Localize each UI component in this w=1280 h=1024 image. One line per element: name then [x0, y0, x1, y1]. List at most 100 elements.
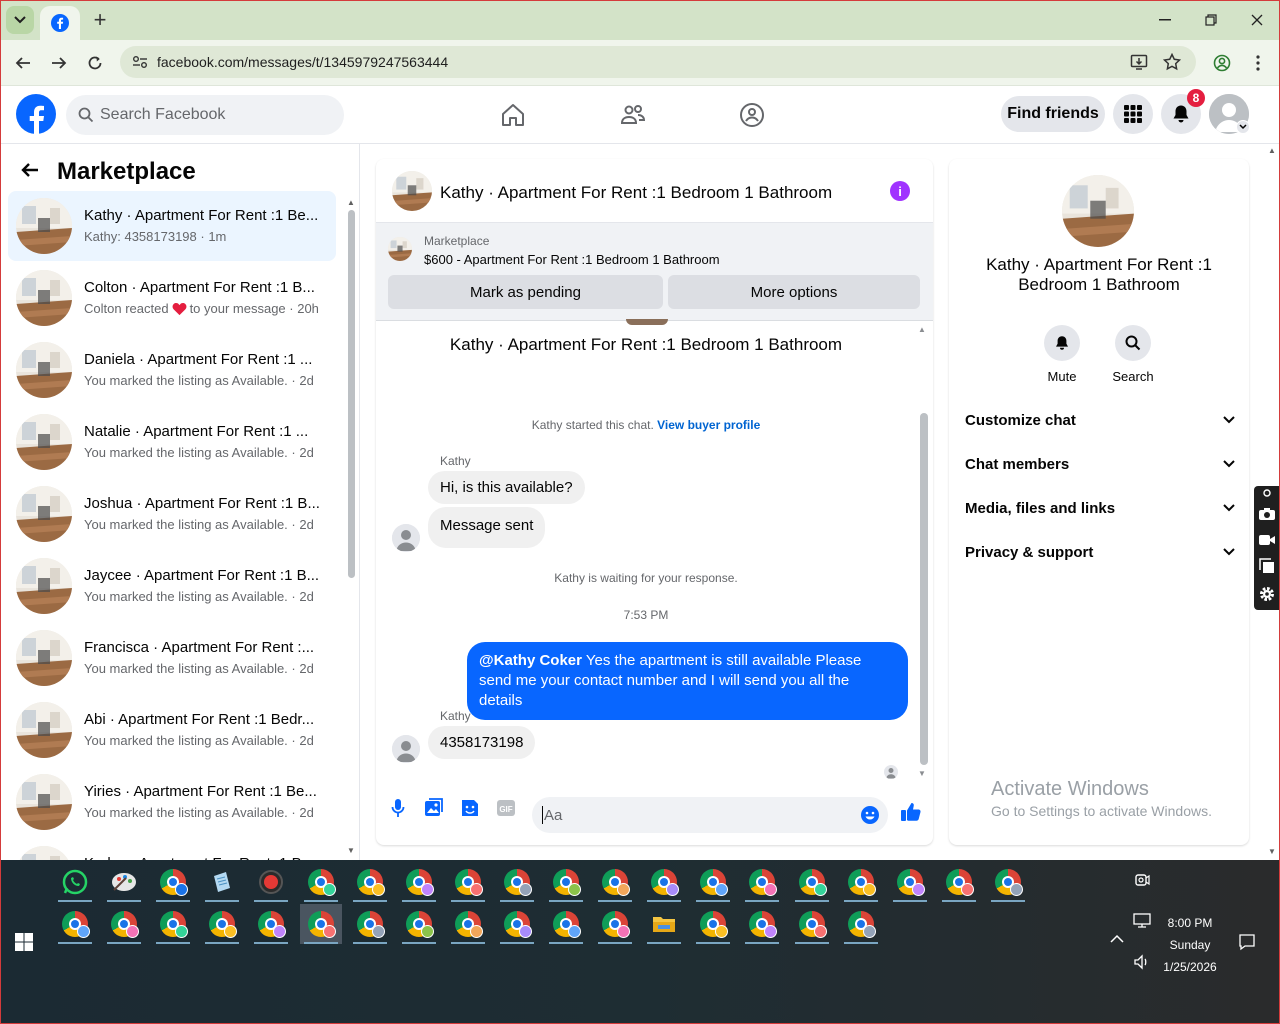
video-camera-icon[interactable]: [1257, 530, 1277, 550]
scrollbar-thumb[interactable]: [348, 210, 355, 578]
conversation-item[interactable]: Natalie · Apartment For Rent :1 ... You m…: [8, 407, 336, 477]
meet-now-icon[interactable]: [1134, 872, 1150, 888]
gear-icon[interactable]: [1257, 584, 1277, 604]
more-options-button[interactable]: More options: [668, 275, 920, 309]
taskbar-app-chrome[interactable]: [447, 862, 489, 902]
taskbar-app-chrome[interactable]: [643, 862, 685, 902]
incoming-message[interactable]: 4358173198: [428, 726, 536, 759]
browser-menu-button[interactable]: [1243, 48, 1273, 78]
taskbar-app-chrome[interactable]: [594, 862, 636, 902]
taskbar-app-chrome[interactable]: [692, 904, 734, 944]
taskbar-app-chrome[interactable]: [545, 904, 587, 944]
taskbar-app-chrome[interactable]: [741, 904, 783, 944]
account-caret[interactable]: [1236, 120, 1250, 134]
mention[interactable]: @Kathy Coker: [479, 652, 582, 669]
taskbar-app-chrome[interactable]: [349, 904, 391, 944]
taskbar-app-chrome[interactable]: [300, 862, 342, 902]
restore-button[interactable]: [1197, 8, 1225, 32]
nav-home[interactable]: [498, 100, 528, 130]
menu-button[interactable]: [1113, 94, 1153, 134]
chat-avatar[interactable]: [392, 171, 432, 211]
window-copy-icon[interactable]: [1257, 556, 1277, 576]
taskbar-app-chrome[interactable]: [889, 862, 931, 902]
search-box[interactable]: Search Facebook: [66, 95, 344, 135]
windows-start-button[interactable]: [15, 933, 35, 953]
mute-action[interactable]: Mute: [1032, 325, 1092, 384]
section-media-files-links[interactable]: Media, files and links: [965, 493, 1235, 523]
volume-icon[interactable]: [1133, 954, 1151, 970]
taskbar-app-chrome[interactable]: [299, 904, 342, 944]
conversation-item[interactable]: Daniela · Apartment For Rent :1 ... You m…: [8, 335, 336, 405]
scrollbar-thumb[interactable]: [920, 413, 928, 765]
scroll-down-arrow[interactable]: ▼: [347, 846, 355, 855]
taskbar-app-record[interactable]: [250, 862, 292, 902]
details-avatar[interactable]: [1062, 175, 1134, 247]
scroll-up-arrow[interactable]: ▲: [347, 198, 355, 207]
taskbar-app-chrome[interactable]: [447, 904, 489, 944]
taskbar-app-chrome[interactable]: [791, 862, 833, 902]
taskbar-app-chrome[interactable]: [840, 904, 882, 944]
taskbar-app-chrome[interactable]: [594, 904, 636, 944]
sender-avatar[interactable]: [392, 735, 420, 763]
info-icon[interactable]: i: [890, 181, 910, 201]
facebook-logo[interactable]: [16, 94, 56, 134]
taskbar-app-chrome[interactable]: [741, 862, 783, 902]
taskbar-app-chrome[interactable]: [250, 904, 292, 944]
taskbar-app-chrome[interactable]: [987, 862, 1029, 902]
notification-center-icon[interactable]: [1238, 933, 1256, 951]
listing-title[interactable]: $600 - Apartment For Rent :1 Bedroom 1 B…: [424, 252, 720, 267]
gif-icon[interactable]: GIF: [493, 795, 519, 821]
sticker-icon[interactable]: [457, 795, 483, 821]
microphone-icon[interactable]: [385, 795, 411, 821]
sender-avatar[interactable]: [392, 524, 420, 552]
view-buyer-profile-link[interactable]: View buyer profile: [657, 418, 760, 432]
taskbar-app-chrome[interactable]: [201, 904, 243, 944]
find-friends-button[interactable]: Find friends: [1001, 96, 1105, 132]
reload-button[interactable]: [80, 48, 110, 78]
system-clock[interactable]: 8:00 PM Sunday 1/25/2026: [1158, 912, 1222, 978]
tab-search-button[interactable]: [6, 6, 34, 34]
conversation-item[interactable]: Kathy · Apartment For Rent :1 Be... Kathy…: [8, 191, 336, 261]
taskbar-app-chrome[interactable]: [103, 904, 145, 944]
taskbar-app-chrome[interactable]: [54, 904, 96, 944]
mark-pending-button[interactable]: Mark as pending: [388, 275, 663, 309]
search-action[interactable]: Search: [1103, 325, 1163, 384]
taskbar-app-chrome[interactable]: [840, 862, 882, 902]
minimize-button[interactable]: [1151, 8, 1179, 32]
conversation-item[interactable]: Francisca · Apartment For Rent :... You m…: [8, 623, 336, 693]
incoming-message[interactable]: Hi, is this available?: [428, 471, 585, 504]
new-tab-button[interactable]: +: [88, 7, 112, 32]
nav-groups[interactable]: [737, 100, 767, 130]
taskbar-app-chrome[interactable]: [692, 862, 734, 902]
taskbar-app-notepad[interactable]: [201, 862, 243, 902]
close-window-button[interactable]: [1243, 8, 1271, 32]
conversation-item[interactable]: Kadyn · Apartment For Rent :1 B...: [8, 839, 336, 860]
taskbar-app-chrome[interactable]: [496, 904, 538, 944]
back-button[interactable]: [8, 48, 38, 78]
taskbar-app-chrome[interactable]: [398, 904, 440, 944]
listing-thumbnail[interactable]: [388, 237, 412, 261]
taskbar-app-chrome[interactable]: [791, 904, 833, 944]
camera-icon[interactable]: [1257, 504, 1277, 524]
network-icon[interactable]: [1133, 913, 1151, 929]
like-thumb-icon[interactable]: [898, 799, 924, 825]
conversation-item[interactable]: Joshua · Apartment For Rent :1 B... You m…: [8, 479, 336, 549]
page-scroll-down-arrow[interactable]: ▼: [1268, 847, 1276, 856]
back-button[interactable]: [20, 160, 44, 184]
section-customize-chat[interactable]: Customize chat: [965, 405, 1235, 435]
nav-friends[interactable]: [618, 100, 648, 130]
incoming-message[interactable]: Message sent: [428, 507, 546, 548]
taskbar-app-chrome[interactable]: [496, 862, 538, 902]
conversation-item[interactable]: Yiries · Apartment For Rent :1 Be... You …: [8, 767, 336, 837]
browser-tab-facebook[interactable]: [40, 6, 80, 40]
chat-title[interactable]: Kathy · Apartment For Rent :1 Bedroom 1 …: [440, 183, 832, 203]
taskbar-app-chrome[interactable]: [152, 904, 194, 944]
profile-button[interactable]: [1207, 48, 1237, 78]
taskbar-app-chrome-h[interactable]: [152, 862, 194, 902]
address-bar[interactable]: facebook.com/messages/t/1345979247563444: [120, 46, 1196, 78]
scroll-down-arrow[interactable]: ▼: [918, 769, 926, 778]
taskbar-app-chrome[interactable]: [545, 862, 587, 902]
outgoing-message[interactable]: @Kathy Coker Yes the apartment is still …: [467, 642, 908, 720]
forward-button[interactable]: [44, 48, 74, 78]
section-chat-members[interactable]: Chat members: [965, 449, 1235, 479]
